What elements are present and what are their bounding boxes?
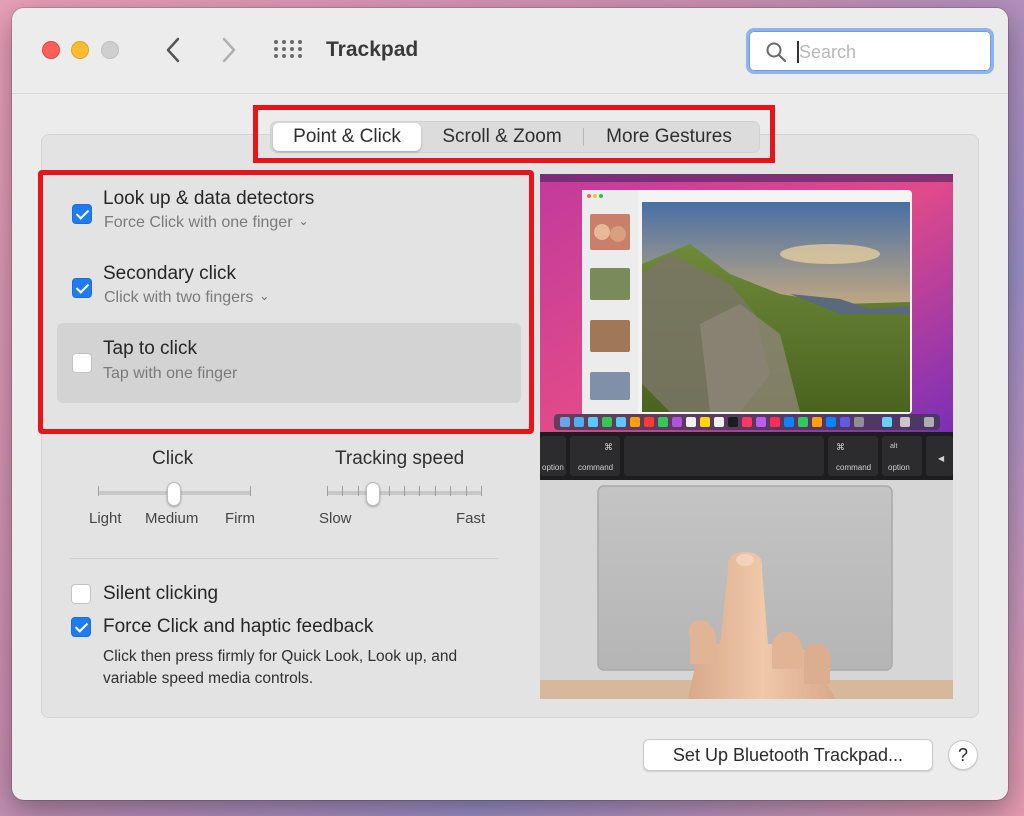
svg-text:◀: ◀ [938, 454, 945, 463]
slider-tick [327, 486, 328, 496]
key-option-left: option [542, 463, 564, 472]
slider-tick [404, 486, 405, 496]
tracking-slider-knob[interactable] [366, 482, 381, 506]
force-click-label: Force Click and haptic feedback [103, 616, 374, 637]
key-command-right: command [836, 463, 871, 472]
preview-illustration: option command command option alt ⌘ ⌘ ◀ [540, 174, 953, 699]
tracking-fast-label: Fast [456, 510, 486, 527]
show-all-grid-icon[interactable] [274, 40, 302, 62]
click-slider-label: Click [152, 448, 194, 469]
slider-tick [389, 486, 390, 496]
click-light-label: Light [89, 510, 122, 527]
options-highlight-box [38, 170, 534, 434]
search-field[interactable] [746, 28, 994, 74]
tab-scroll-and-zoom[interactable]: Scroll & Zoom [421, 123, 583, 151]
click-slider-knob[interactable] [167, 482, 181, 506]
zoom-window-button[interactable] [101, 41, 119, 59]
slider-tick [98, 486, 99, 496]
tab-point-and-click[interactable]: Point & Click [273, 123, 421, 151]
slider-tick [419, 486, 420, 496]
section-divider [70, 558, 498, 559]
force-click-checkbox[interactable] [71, 617, 91, 637]
key-alt-label: alt [890, 443, 897, 450]
tracking-slow-label: Slow [319, 510, 352, 527]
slider-tick [358, 486, 359, 496]
title-bar: Trackpad [12, 8, 1008, 94]
tracking-speed-label: Tracking speed [335, 448, 465, 469]
svg-text:⌘: ⌘ [836, 443, 845, 453]
forward-button[interactable] [214, 34, 244, 66]
segmented-tab-control: Point & Click Scroll & Zoom More Gesture… [270, 121, 760, 153]
slider-tick [435, 486, 436, 496]
help-button[interactable]: ? [948, 740, 978, 770]
click-medium-label: Medium [145, 510, 199, 527]
setup-bluetooth-trackpad-button[interactable]: Set Up Bluetooth Trackpad... [643, 739, 933, 771]
chevron-left-icon [166, 37, 180, 63]
trackpad-preview-image: option command command option alt ⌘ ⌘ ◀ [540, 174, 953, 699]
force-click-description: Click then press firmly for Quick Look, … [103, 648, 458, 687]
window-title: Trackpad [326, 38, 419, 61]
key-command-left: command [578, 463, 613, 472]
slider-tick [466, 486, 467, 496]
chevron-right-icon [222, 37, 236, 63]
silent-clicking-checkbox[interactable] [71, 584, 91, 604]
silent-clicking-label: Silent clicking [103, 583, 219, 604]
close-window-button[interactable] [42, 41, 60, 59]
slider-tick [450, 486, 451, 496]
minimize-window-button[interactable] [71, 41, 89, 59]
slider-tick [342, 486, 343, 496]
search-input[interactable] [799, 38, 979, 66]
slider-tick [481, 486, 482, 496]
slider-tick [250, 486, 251, 496]
tab-more-gestures[interactable]: More Gestures [584, 123, 754, 151]
back-button[interactable] [158, 34, 188, 66]
preferences-window: Trackpad Point & Click Scroll & Zoom Mor… [12, 8, 1008, 800]
click-firm-label: Firm [225, 510, 255, 527]
search-icon [766, 42, 787, 63]
svg-text:⌘: ⌘ [604, 443, 613, 453]
key-option-right: option [888, 463, 910, 472]
